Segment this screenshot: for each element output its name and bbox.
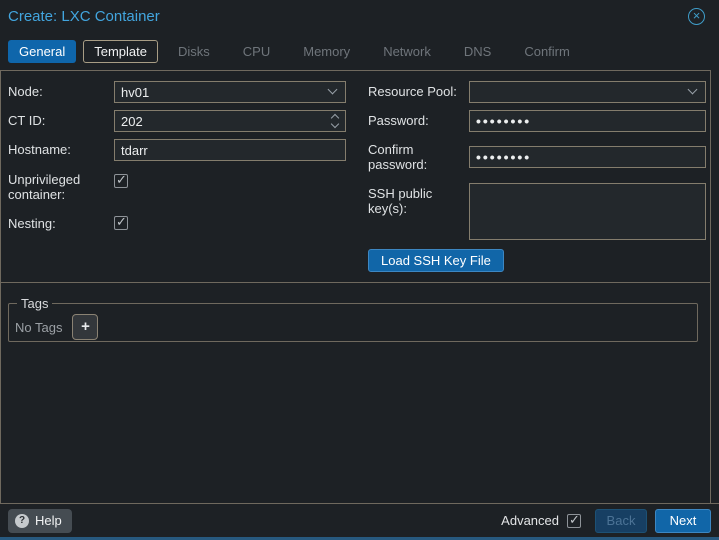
check-icon: ✓ bbox=[116, 214, 127, 230]
nesting-label: Nesting: bbox=[8, 216, 103, 231]
advanced-label: Advanced bbox=[501, 513, 559, 528]
resource-pool-combobox[interactable] bbox=[469, 81, 706, 103]
check-icon: ✓ bbox=[569, 512, 580, 528]
chevron-down-icon[interactable] bbox=[325, 83, 343, 101]
tags-fieldset: Tags No Tags + bbox=[8, 296, 698, 342]
password-label: Password: bbox=[368, 113, 466, 128]
tab-memory: Memory bbox=[290, 40, 363, 63]
dialog-footer: ? Help Advanced ✓ Back Next bbox=[0, 503, 719, 537]
node-label: Node: bbox=[8, 84, 108, 99]
ctid-spinner-input[interactable] bbox=[114, 110, 346, 132]
general-form-panel: Node: CT ID: Hostname: Unprivileged cont… bbox=[0, 70, 711, 503]
unprivileged-label: Unprivileged container: bbox=[8, 172, 103, 202]
close-icon[interactable]: × bbox=[688, 8, 705, 25]
section-separator bbox=[1, 282, 710, 283]
ssh-keys-textarea[interactable] bbox=[469, 183, 706, 240]
check-icon: ✓ bbox=[116, 172, 127, 188]
help-button[interactable]: ? Help bbox=[8, 509, 72, 533]
unprivileged-checkbox[interactable]: ✓ bbox=[114, 174, 128, 188]
ctid-label: CT ID: bbox=[8, 113, 108, 128]
create-lxc-dialog: Create: LXC Container × General Template… bbox=[0, 0, 719, 540]
confirm-password-input[interactable] bbox=[469, 146, 706, 168]
spinner-down-icon[interactable] bbox=[331, 120, 339, 128]
tags-legend: Tags bbox=[17, 296, 52, 311]
load-ssh-key-file-button[interactable]: Load SSH Key File bbox=[368, 249, 504, 272]
tab-dns: DNS bbox=[451, 40, 504, 63]
spinner-arrows[interactable] bbox=[328, 110, 344, 132]
tab-network: Network bbox=[370, 40, 444, 63]
hostname-label: Hostname: bbox=[8, 142, 108, 157]
tab-template[interactable]: Template bbox=[83, 40, 158, 63]
password-input[interactable] bbox=[469, 110, 706, 132]
resource-pool-label: Resource Pool: bbox=[368, 84, 466, 99]
plus-icon: + bbox=[81, 318, 90, 335]
back-button: Back bbox=[595, 509, 647, 533]
nesting-checkbox[interactable]: ✓ bbox=[114, 216, 128, 230]
next-button[interactable]: Next bbox=[655, 509, 711, 533]
add-tag-button[interactable]: + bbox=[72, 314, 98, 340]
dialog-title: Create: LXC Container bbox=[8, 8, 160, 25]
question-icon: ? bbox=[15, 514, 29, 528]
tab-cpu: CPU bbox=[230, 40, 283, 63]
dialog-titlebar: Create: LXC Container × bbox=[0, 0, 719, 34]
help-button-label: Help bbox=[35, 513, 62, 528]
chevron-down-icon[interactable] bbox=[685, 83, 703, 101]
hostname-input[interactable] bbox=[114, 139, 346, 161]
tab-general[interactable]: General bbox=[8, 40, 76, 63]
node-combobox[interactable] bbox=[114, 81, 346, 103]
tab-confirm: Confirm bbox=[511, 40, 583, 63]
ssh-keys-label: SSH public key(s): bbox=[368, 186, 448, 216]
wizard-tabbar: General Template Disks CPU Memory Networ… bbox=[8, 38, 711, 64]
no-tags-text: No Tags bbox=[15, 320, 62, 335]
advanced-checkbox[interactable]: ✓ bbox=[567, 514, 581, 528]
confirm-password-label: Confirm password: bbox=[368, 142, 448, 172]
tab-disks: Disks bbox=[165, 40, 223, 63]
